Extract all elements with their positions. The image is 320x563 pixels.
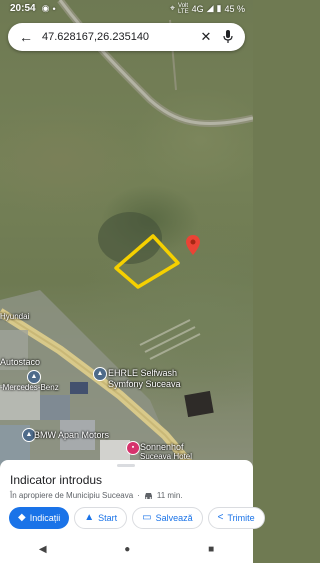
hotel-icon[interactable]: ▪ <box>126 441 140 455</box>
dropped-pin-icon[interactable] <box>186 235 200 255</box>
share-button[interactable]: < Trimite <box>207 507 265 529</box>
poi-label-hotel[interactable]: Sonnenhof <box>140 442 184 452</box>
directions-button[interactable]: ◆ Indicații <box>9 507 70 529</box>
poi-label-bmw[interactable]: BMW Apan Motors <box>34 430 109 440</box>
clock: 20:54 <box>10 3 36 14</box>
network-label: 4G <box>191 3 204 14</box>
status-bar: 20:54 ◉ • ⌖ Volt LTE 4G ◢ ▮ 45 % <box>0 0 253 17</box>
poi-label-selfwash-sub[interactable]: Symfony Suceava <box>108 379 181 389</box>
save-button[interactable]: ▭ Salvează <box>132 507 203 529</box>
map-overlay <box>0 0 253 470</box>
place-location-text: În apropiere de Municipiu Suceava <box>10 491 134 500</box>
place-subtitle: În apropiere de Municipiu Suceava · 11 m… <box>10 491 183 500</box>
poi-label-hyundai[interactable]: Hyundai <box>0 312 29 321</box>
battery-level: 45 % <box>224 3 245 14</box>
drag-handle[interactable] <box>117 464 135 467</box>
bookmark-icon: ▭ <box>142 512 152 523</box>
navigation-icon: ▲ <box>84 512 95 523</box>
signal-icon: ◢ <box>206 3 214 13</box>
battery-icon: ▮ <box>216 3 222 13</box>
close-icon[interactable]: ✕ <box>195 29 217 45</box>
nav-recents-icon[interactable]: ■ <box>208 544 214 555</box>
search-bar[interactable]: ← 47.628167,26.235140 ✕ <box>8 23 245 51</box>
place-title: Indicator introdus <box>10 473 103 487</box>
google-maps-icon: ◉ <box>41 3 50 13</box>
car-wash-icon[interactable]: ▲ <box>93 367 107 381</box>
microphone-icon[interactable] <box>217 30 239 44</box>
poi-label-selfwash[interactable]: EHRLE Selfwash <box>108 368 177 378</box>
save-label: Salvează <box>155 513 193 523</box>
back-arrow-icon[interactable]: ← <box>14 29 38 45</box>
nav-back-icon[interactable]: ◀ <box>39 544 47 555</box>
nav-home-icon[interactable]: ● <box>124 544 130 555</box>
location-icon: ⌖ <box>169 3 176 13</box>
satellite-map[interactable]: ▲ EHRLE Selfwash Symfony Suceava ▲ BMW A… <box>0 0 253 470</box>
poi-label-mercedes-sub[interactable]: -Mercedes-Benz <box>0 383 59 392</box>
start-label: Start <box>98 513 118 523</box>
directions-label: Indicații <box>29 513 61 523</box>
car-dealer-icon[interactable]: ▲ <box>27 370 41 384</box>
notification-dot-icon: • <box>52 3 56 14</box>
separator-dot: · <box>137 491 140 500</box>
place-bottom-sheet[interactable]: Indicator introdus În apropiere de Munic… <box>0 460 265 540</box>
network-type-bottom: LTE <box>178 8 189 15</box>
share-icon: < <box>217 512 224 523</box>
share-label: Trimite <box>227 513 255 523</box>
poi-label-mercedes[interactable]: Autostaco <box>0 357 40 367</box>
system-nav-bar: ◀ ● ■ <box>0 536 253 563</box>
directions-icon: ◆ <box>18 512 26 523</box>
action-buttons: ◆ Indicații ▲ Start ▭ Salvează < Trimite <box>9 507 265 529</box>
search-input[interactable]: 47.628167,26.235140 <box>38 31 195 43</box>
drive-time: 11 min. <box>156 491 183 500</box>
car-icon <box>144 492 152 499</box>
start-button[interactable]: ▲ Start <box>74 507 128 529</box>
